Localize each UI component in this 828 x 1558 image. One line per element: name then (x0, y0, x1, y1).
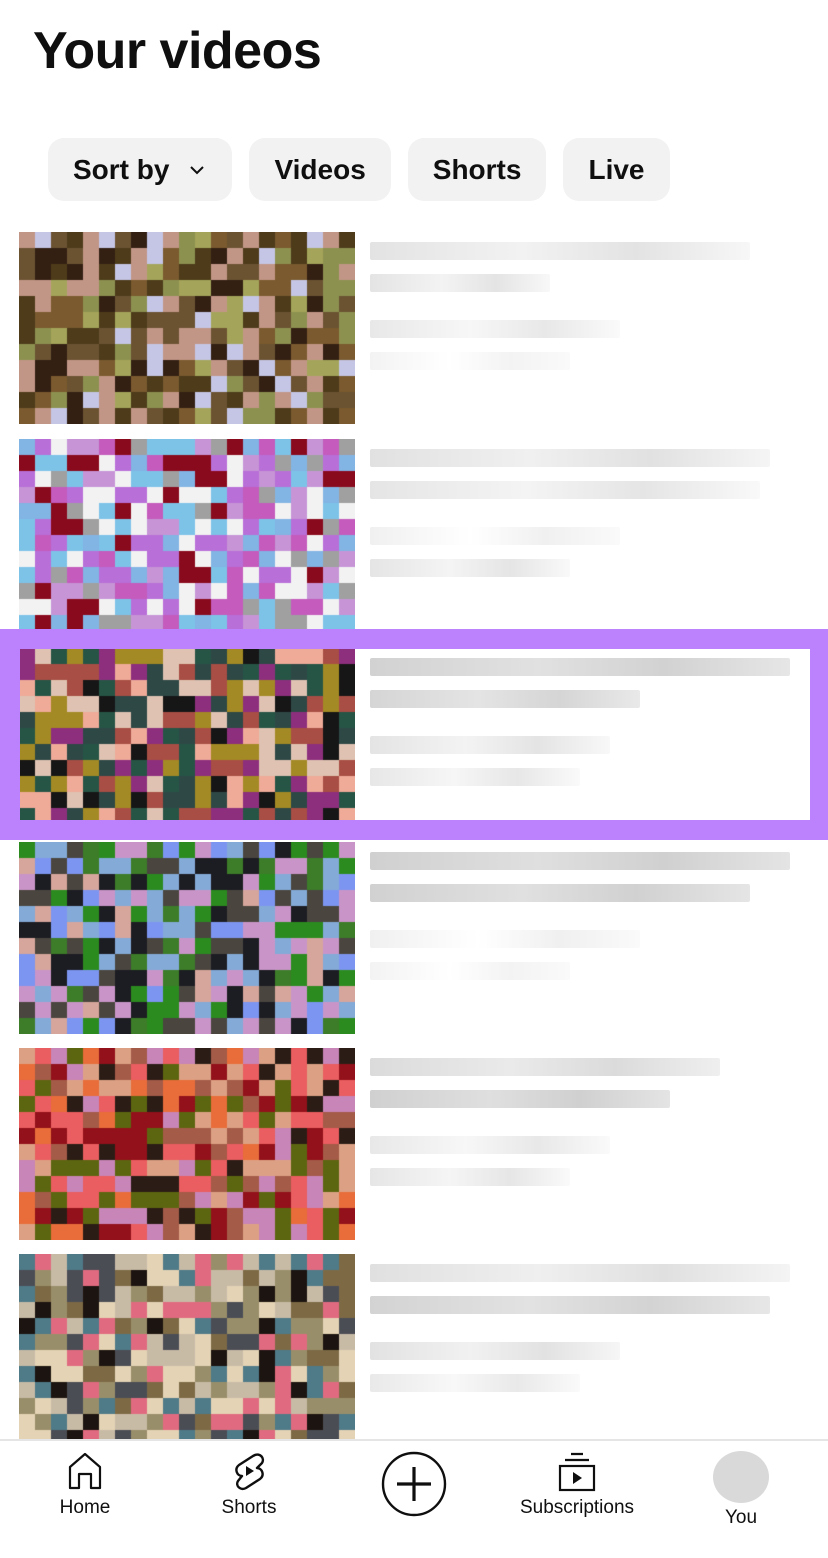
create-plus-icon (381, 1451, 447, 1517)
sort-by-dropdown[interactable]: Sort by (48, 138, 233, 201)
video-date-obscured (370, 1168, 570, 1186)
filter-chips: Sort by Videos Shorts Live (48, 138, 670, 201)
video-title-line2-obscured (370, 1090, 670, 1108)
video-list-item[interactable] (0, 842, 828, 1034)
video-list-item[interactable] (0, 648, 828, 840)
video-title-obscured (370, 242, 750, 260)
chevron-down-icon (190, 165, 205, 174)
video-stats-obscured (370, 1136, 610, 1154)
nav-you[interactable]: You (671, 1451, 811, 1529)
nav-home[interactable]: Home (15, 1451, 155, 1519)
video-stats-obscured (370, 320, 620, 338)
thumbnail-image (19, 1254, 355, 1446)
avatar (713, 1451, 769, 1503)
video-thumbnail[interactable] (19, 842, 355, 1034)
video-stats-obscured (370, 736, 610, 754)
chip-shorts[interactable]: Shorts (407, 138, 547, 201)
video-date-obscured (370, 962, 570, 980)
video-list-item[interactable] (0, 439, 828, 631)
video-title-obscured (370, 449, 770, 467)
subscriptions-icon (558, 1452, 596, 1492)
video-title-obscured (370, 1058, 720, 1076)
video-title-line2-obscured (370, 1296, 770, 1314)
video-thumbnail[interactable] (19, 1048, 355, 1240)
thumbnail-image (19, 439, 355, 631)
thumbnail-image (19, 232, 355, 424)
nav-subscriptions[interactable]: Subscriptions (507, 1451, 647, 1519)
bottom-nav: Home Shorts Subscriptions You (0, 1439, 828, 1558)
video-title-obscured (370, 1264, 790, 1282)
video-stats-obscured (370, 1342, 620, 1360)
video-stats-obscured (370, 930, 640, 948)
video-date-obscured (370, 559, 570, 577)
video-title-line2-obscured (370, 274, 550, 292)
video-stats-obscured (370, 527, 620, 545)
video-metadata (370, 449, 810, 591)
chip-videos[interactable]: Videos (249, 138, 391, 201)
video-title-line2-obscured (370, 690, 640, 708)
video-metadata (370, 658, 810, 800)
video-date-obscured (370, 768, 580, 786)
video-list-item[interactable] (0, 1254, 828, 1446)
nav-subscriptions-label: Subscriptions (519, 1497, 635, 1518)
chip-live[interactable]: Live (563, 138, 670, 201)
video-thumbnail[interactable] (19, 1254, 355, 1446)
video-date-obscured (370, 352, 570, 370)
video-title-obscured (370, 852, 790, 870)
video-list-item[interactable] (0, 232, 828, 424)
thumbnail-image (19, 1048, 355, 1240)
video-title-line2-obscured (370, 481, 760, 499)
sort-by-label: Sort by (73, 153, 170, 185)
video-list-item[interactable] (0, 1048, 828, 1240)
video-date-obscured (370, 1374, 580, 1392)
video-metadata (370, 1058, 810, 1200)
video-title-line2-obscured (370, 884, 750, 902)
video-title-obscured (370, 658, 790, 676)
nav-home-label: Home (59, 1497, 111, 1518)
nav-create[interactable] (344, 1451, 484, 1517)
thumbnail-image (19, 648, 355, 840)
thumbnail-image (19, 842, 355, 1034)
video-thumbnail[interactable] (19, 439, 355, 631)
video-metadata (370, 1264, 810, 1406)
nav-shorts-label: Shorts (221, 1497, 277, 1518)
shorts-icon (235, 1453, 265, 1491)
video-thumbnail[interactable] (19, 232, 355, 424)
video-metadata (370, 242, 810, 384)
video-thumbnail[interactable] (19, 648, 355, 840)
home-icon (68, 1452, 102, 1490)
page-title: Your videos (33, 22, 322, 80)
video-metadata (370, 852, 810, 994)
nav-shorts[interactable]: Shorts (179, 1451, 319, 1519)
nav-you-label: You (724, 1507, 758, 1528)
